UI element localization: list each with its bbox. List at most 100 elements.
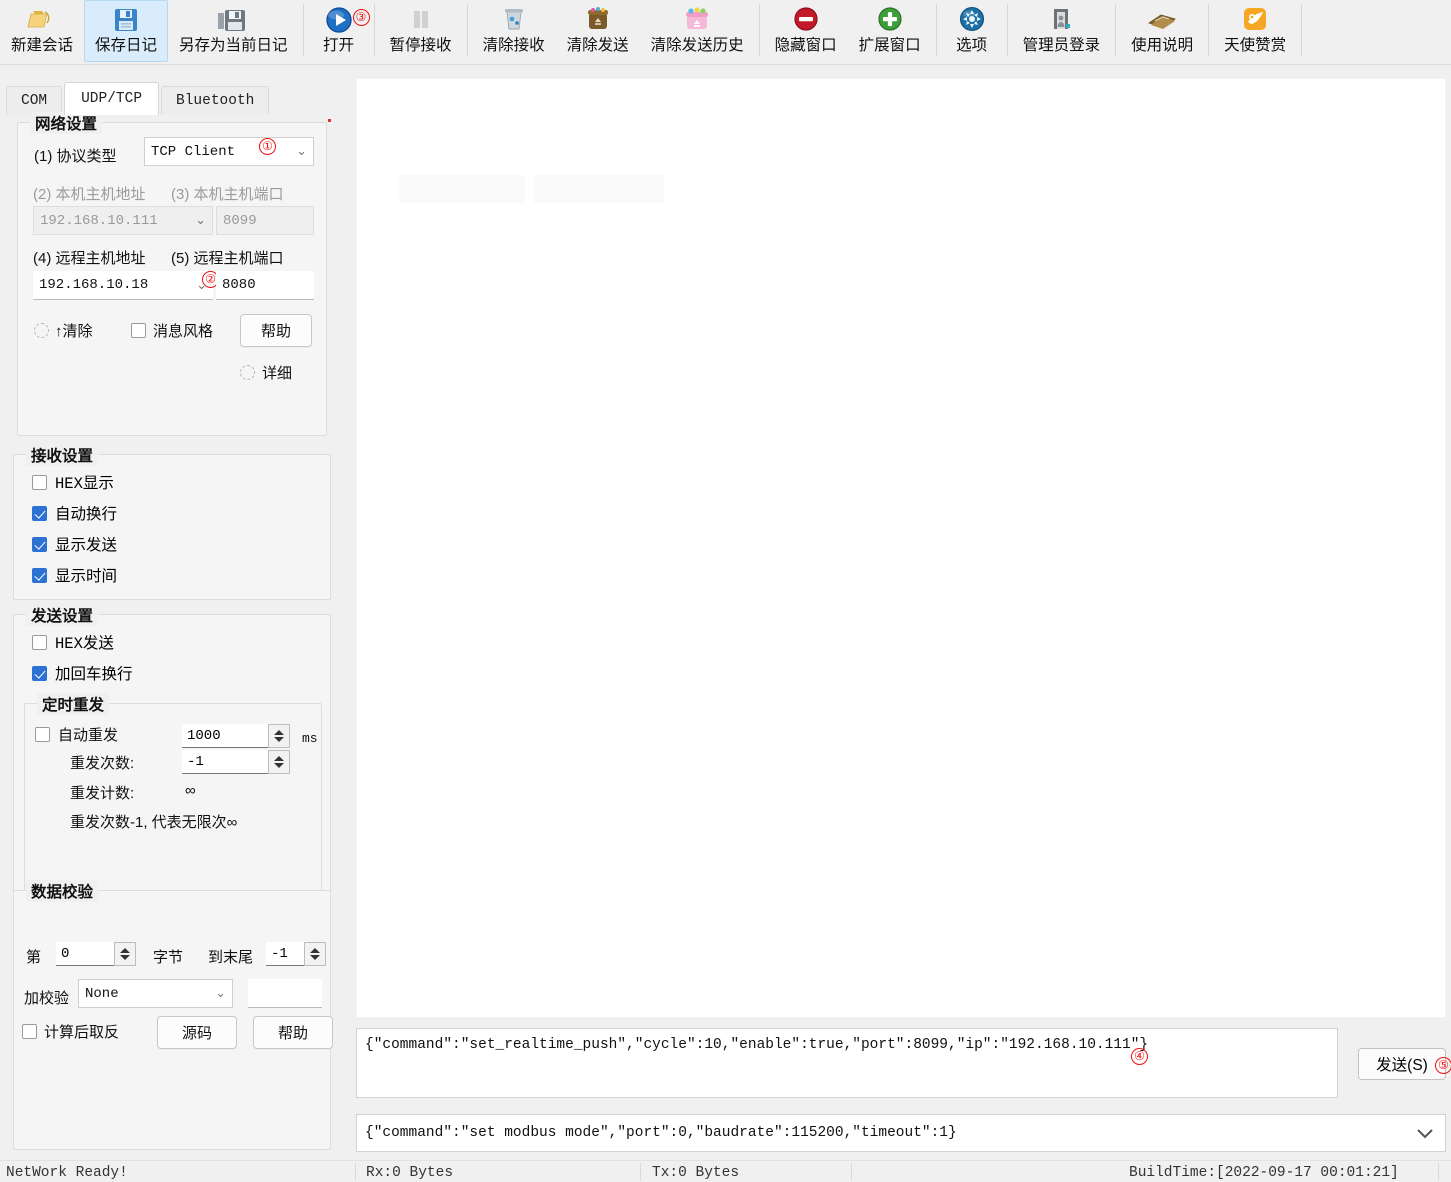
local-host-address-select[interactable]: 192.168.10.111 ⌄ xyxy=(33,206,213,235)
checksum-select[interactable]: None ⌄ xyxy=(78,979,233,1008)
auto-resend-row[interactable]: 自动重发 xyxy=(35,724,118,745)
toolbar-button-clear-send[interactable]: 清除发送 xyxy=(556,0,640,62)
remote-host-port-value: 8080 xyxy=(222,277,256,293)
resend-count-value[interactable]: -1 xyxy=(182,750,268,774)
network-settings-title: 网络设置 xyxy=(30,112,103,134)
resend-count-stepper[interactable]: -1 xyxy=(182,750,290,774)
toolbar-button-clear-receive[interactable]: 清除接收 xyxy=(472,0,556,62)
toolbar-button-expand-window[interactable]: 扩展窗口 xyxy=(848,0,932,62)
toolbar-button-save-as-current-log[interactable]: 另存为当前日记 xyxy=(168,0,299,62)
resend-interval-value[interactable]: 1000 xyxy=(182,724,268,748)
toolbar-separator xyxy=(1301,4,1303,56)
toolbar-button-pause-receive[interactable]: 暂停接收 xyxy=(379,0,463,62)
toolbar-button-options[interactable]: 选项 xyxy=(941,0,1003,62)
toolbar-label: 扩展窗口 xyxy=(858,37,921,54)
send-history-combobox[interactable]: {"command":"set modbus mode","port":0,"b… xyxy=(356,1114,1446,1152)
toolbar-button-open[interactable]: ③ 打开 xyxy=(308,0,370,62)
pause-icon xyxy=(401,3,441,37)
message-style-option-row[interactable]: 消息风格 xyxy=(131,320,213,341)
resend-interval-spin-buttons[interactable] xyxy=(268,724,290,748)
toolbar-button-donate[interactable]: 天使赞赏 xyxy=(1213,0,1297,62)
protocol-type-select[interactable]: TCP Client ⌄ xyxy=(144,137,314,166)
remote-host-address-value: 192.168.10.18 xyxy=(39,277,149,293)
auto-resend-checkbox[interactable] xyxy=(35,727,50,742)
hex-display-label: HEX显示 xyxy=(55,475,114,493)
main-toolbar: 新建会话 保存日记 另存为当前日记 ③ 打开 暂停接收 清除接收 清除发送 清除… xyxy=(0,0,1451,65)
donate-angel-icon xyxy=(1235,3,1275,37)
spin-down-icon[interactable] xyxy=(274,737,284,742)
toolbar-label: 保存日记 xyxy=(95,37,158,54)
clear-option-row[interactable]: ↑清除 xyxy=(34,320,93,341)
tab-com[interactable]: COM xyxy=(6,86,63,115)
resend-counter-value: ∞ xyxy=(185,782,196,799)
clear-radio-icon[interactable] xyxy=(34,323,49,338)
remote-host-port-input[interactable]: 8080 xyxy=(216,271,314,300)
tab-bluetooth[interactable]: Bluetooth xyxy=(161,86,270,115)
status-rx-bytes: Rx:0 Bytes xyxy=(366,1165,454,1181)
show-send-checkbox[interactable] xyxy=(32,536,47,552)
from-byte-spin-buttons[interactable] xyxy=(114,942,136,966)
spin-down-icon[interactable] xyxy=(310,955,320,960)
detail-radio-icon[interactable] xyxy=(240,365,255,380)
local-host-address-value: 192.168.10.111 xyxy=(40,212,158,229)
receive-option-show-time[interactable]: 显示时间 xyxy=(32,564,117,586)
send-text-input[interactable]: {"command":"set_realtime_push","cycle":1… xyxy=(356,1028,1338,1098)
detail-option-row[interactable]: 详细 xyxy=(240,362,292,383)
local-host-port-input[interactable]: 8099 xyxy=(216,206,314,235)
to-end-spin-buttons[interactable] xyxy=(304,942,326,966)
chevron-down-icon[interactable] xyxy=(1405,1128,1445,1139)
save-floppy-icon xyxy=(106,3,146,37)
checksum-result-input[interactable] xyxy=(248,979,322,1008)
network-help-button[interactable]: 帮助 xyxy=(240,314,312,347)
spin-up-icon[interactable] xyxy=(310,948,320,953)
status-build-time: BuildTime:[2022-09-17 00:01:21] xyxy=(1129,1165,1399,1181)
receive-display-area[interactable] xyxy=(356,78,1446,1018)
invert-after-calc-checkbox[interactable] xyxy=(22,1024,37,1039)
toolbar-button-clear-send-history[interactable]: 清除发送历史 xyxy=(640,0,755,62)
toolbar-button-admin-login[interactable]: 管理员登录 xyxy=(1012,0,1112,62)
to-end-label: 到末尾 xyxy=(208,949,254,966)
spin-down-icon[interactable] xyxy=(120,955,130,960)
clear-recv-trash-icon xyxy=(494,3,534,37)
chevron-down-icon: ⌄ xyxy=(215,986,226,1001)
show-time-checkbox[interactable] xyxy=(32,567,47,583)
append-crlf-checkbox[interactable] xyxy=(32,665,47,681)
invert-after-calc-row[interactable]: 计算后取反 xyxy=(22,1021,119,1042)
resend-interval-stepper[interactable]: 1000 xyxy=(182,724,290,748)
resend-count-spin-buttons[interactable] xyxy=(268,750,290,774)
toolbar-button-save-log[interactable]: 保存日记 xyxy=(84,0,169,62)
toolbar-label: 暂停接收 xyxy=(389,37,452,54)
spin-up-icon[interactable] xyxy=(274,756,284,761)
spin-up-icon[interactable] xyxy=(274,730,284,735)
from-byte-value[interactable]: 0 xyxy=(56,942,114,966)
checksum-value: None xyxy=(85,985,119,1002)
remote-host-address-select[interactable]: 192.168.10.18 ⌄ xyxy=(33,271,213,300)
tab-udp-tcp[interactable]: UDP/TCP xyxy=(64,82,160,115)
toolbar-separator xyxy=(302,4,304,56)
source-code-button[interactable]: 源码 xyxy=(157,1016,237,1049)
from-byte-stepper[interactable]: 0 xyxy=(56,942,136,966)
message-style-checkbox[interactable] xyxy=(131,323,146,338)
receive-option-hex-display[interactable]: HEX显示 xyxy=(32,471,117,493)
to-end-value[interactable]: -1 xyxy=(266,942,304,966)
hex-display-checkbox[interactable] xyxy=(32,474,47,490)
spin-up-icon[interactable] xyxy=(120,948,130,953)
receive-settings-title: 接收设置 xyxy=(26,444,99,466)
receive-option-auto-wrap[interactable]: 自动换行 xyxy=(32,502,117,524)
show-time-label: 显示时间 xyxy=(55,568,118,585)
toolbar-separator xyxy=(373,4,375,56)
spin-down-icon[interactable] xyxy=(274,763,284,768)
send-option-append-crlf[interactable]: 加回车换行 xyxy=(32,662,133,684)
hex-send-checkbox[interactable] xyxy=(32,634,47,650)
data-check-help-button[interactable]: 帮助 xyxy=(253,1016,333,1049)
toolbar-button-help-manual[interactable]: 使用说明 xyxy=(1120,0,1204,62)
toolbar-button-hide-window[interactable]: 隐藏窗口 xyxy=(764,0,848,62)
send-option-hex-send[interactable]: HEX发送 xyxy=(32,631,133,653)
auto-wrap-checkbox[interactable] xyxy=(32,505,47,521)
toolbar-button-new-session[interactable]: 新建会话 xyxy=(0,0,84,62)
send-button[interactable]: 发送(S) xyxy=(1358,1048,1446,1080)
annotation-badge-1: ① xyxy=(259,138,276,155)
receive-option-show-send[interactable]: 显示发送 xyxy=(32,533,117,555)
to-end-stepper[interactable]: -1 xyxy=(266,942,326,966)
clear-send-history-basket-icon xyxy=(677,3,717,37)
